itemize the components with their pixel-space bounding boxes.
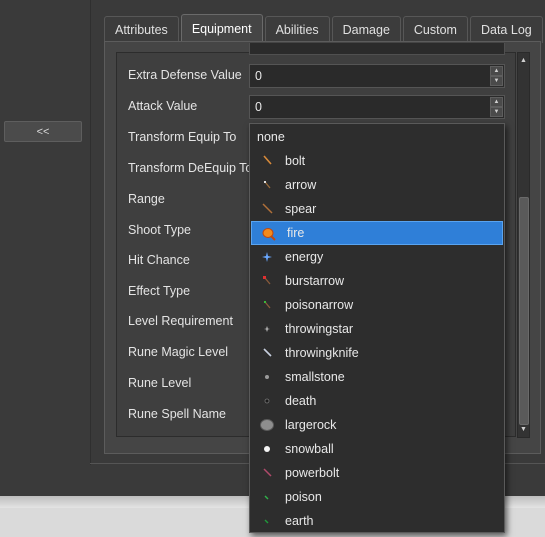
option-bolt[interactable]: bolt [250, 149, 504, 173]
rune-spell-name-label: Rune Spell Name [128, 407, 226, 421]
hit-chance-label: Hit Chance [128, 253, 190, 267]
spin-up-icon[interactable]: ▲ [490, 97, 503, 107]
option-arrow[interactable]: arrow [250, 173, 504, 197]
tab-attributes[interactable]: Attributes [104, 16, 179, 43]
shoot-type-dropdown-list: none bolt arrow spear fire energy bursta… [249, 123, 505, 533]
attack-value: 0 [255, 100, 262, 114]
fire-icon [261, 226, 277, 242]
option-label: earth [285, 514, 314, 528]
attack-value-label: Attack Value [128, 99, 198, 113]
option-label: energy [285, 250, 324, 264]
option-label: burstarrow [285, 274, 345, 288]
tab-equipment[interactable]: Equipment [180, 14, 263, 43]
option-label: largerock [285, 418, 337, 432]
effect-type-label: Effect Type [128, 284, 191, 298]
option-label: arrow [285, 178, 317, 192]
option-earth[interactable]: earth [250, 509, 504, 533]
scrollbar-thumb[interactable] [519, 197, 529, 425]
spin-down-icon[interactable]: ▼ [490, 76, 503, 86]
attack-value-spinbox[interactable]: 0 ▲ ▼ [249, 95, 505, 119]
rune-level-label: Rune Level [128, 376, 192, 390]
tab-custom[interactable]: Custom [402, 16, 468, 43]
option-burstarrow[interactable]: burstarrow [250, 269, 504, 293]
option-poisonarrow[interactable]: poisonarrow [250, 293, 504, 317]
poisonarrow-icon [259, 297, 275, 313]
option-label: smallstone [285, 370, 345, 384]
option-throwingstar[interactable]: throwingstar [250, 317, 504, 341]
extra-defense-spinbox[interactable]: 0 ▲ ▼ [249, 64, 505, 88]
option-smallstone[interactable]: smallstone [250, 365, 504, 389]
throwingstar-icon [259, 321, 275, 337]
largerock-icon [259, 417, 275, 433]
snowball-icon [259, 441, 275, 457]
scroll-up-icon[interactable]: ▲ [518, 54, 529, 67]
partially-hidden-field[interactable] [249, 43, 505, 55]
option-energy[interactable]: energy [250, 245, 504, 269]
spin-up-icon[interactable]: ▲ [490, 66, 503, 76]
shoot-type-label: Shoot Type [128, 223, 192, 237]
option-poison[interactable]: poison [250, 485, 504, 509]
tab-data-log[interactable]: Data Log [469, 16, 543, 43]
option-label: poison [285, 490, 322, 504]
panel-divider [90, 0, 91, 465]
option-death[interactable]: death [250, 389, 504, 413]
option-label: snowball [285, 442, 334, 456]
option-throwingknife[interactable]: throwingknife [250, 341, 504, 365]
spear-icon [259, 201, 275, 217]
tab-abilities[interactable]: Abilities [264, 16, 330, 43]
tab-damage[interactable]: Damage [331, 16, 401, 43]
earth-icon [259, 513, 275, 529]
option-label: throwingstar [285, 322, 354, 336]
extra-defense-value: 0 [255, 69, 262, 83]
option-powerbolt[interactable]: powerbolt [250, 461, 504, 485]
option-label: fire [287, 226, 305, 240]
option-label: throwingknife [285, 346, 359, 360]
smallstone-icon [259, 369, 275, 385]
option-largerock[interactable]: largerock [250, 413, 504, 437]
option-label: poisonarrow [285, 298, 354, 312]
extra-defense-label: Extra Defense Value [128, 68, 242, 82]
option-snowball[interactable]: snowball [250, 437, 504, 461]
burstarrow-icon [259, 273, 275, 289]
bolt-icon [259, 153, 275, 169]
option-spear[interactable]: spear [250, 197, 504, 221]
option-label: bolt [285, 154, 306, 168]
range-label: Range [128, 192, 165, 206]
option-label: none [257, 130, 285, 144]
level-requirement-label: Level Requirement [128, 314, 233, 328]
rune-magic-level-label: Rune Magic Level [128, 345, 229, 359]
scroll-down-icon[interactable]: ▼ [518, 423, 529, 436]
option-label: powerbolt [285, 466, 340, 480]
transform-equip-label: Transform Equip To [128, 130, 237, 144]
back-button[interactable]: << [4, 121, 82, 142]
poison-icon [259, 489, 275, 505]
death-icon [259, 393, 275, 409]
vertical-scrollbar[interactable]: ▲ ▼ [517, 52, 530, 438]
energy-icon [259, 249, 275, 265]
throwingknife-icon [259, 345, 275, 361]
transform-deequip-label: Transform DeEquip To [128, 161, 253, 175]
spin-down-icon[interactable]: ▼ [490, 107, 503, 117]
tab-bar: Attributes Equipment Abilities Damage Cu… [104, 14, 545, 43]
powerbolt-icon [259, 465, 275, 481]
option-none[interactable]: none [250, 125, 504, 149]
option-label: spear [285, 202, 317, 216]
option-fire[interactable]: fire [251, 221, 503, 245]
option-label: death [285, 394, 317, 408]
arrow-icon [259, 177, 275, 193]
